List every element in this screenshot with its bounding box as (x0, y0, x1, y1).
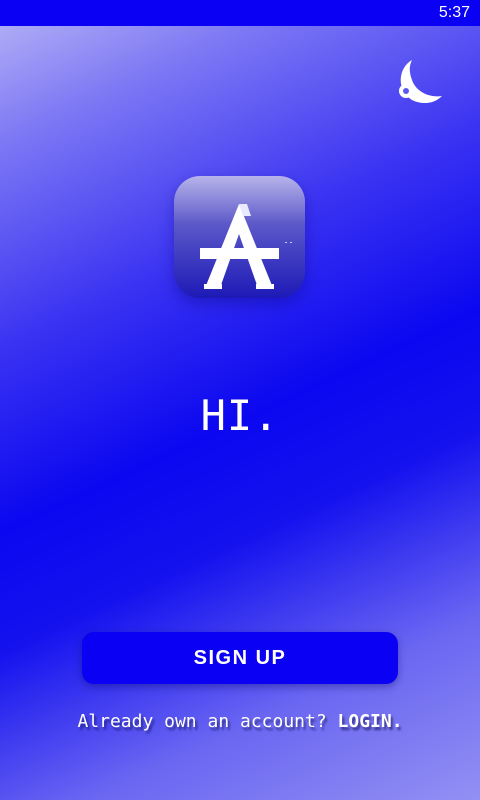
login-link[interactable]: LOGIN. (338, 711, 403, 732)
status-time: 5:37 (438, 4, 470, 21)
login-prompt-text: Already own an account? (77, 711, 327, 732)
moon-icon[interactable] (390, 54, 446, 110)
status-bar: 5:37 (0, 0, 480, 26)
app-logo (174, 176, 305, 298)
signup-button[interactable]: SIGN UP (82, 632, 398, 684)
greeting-title: HI. (200, 391, 280, 440)
login-prompt-line: Already own an account? LOGIN. (0, 709, 480, 735)
welcome-screen: 5:37 HI. SIGN UP Already own an account?… (0, 0, 480, 800)
